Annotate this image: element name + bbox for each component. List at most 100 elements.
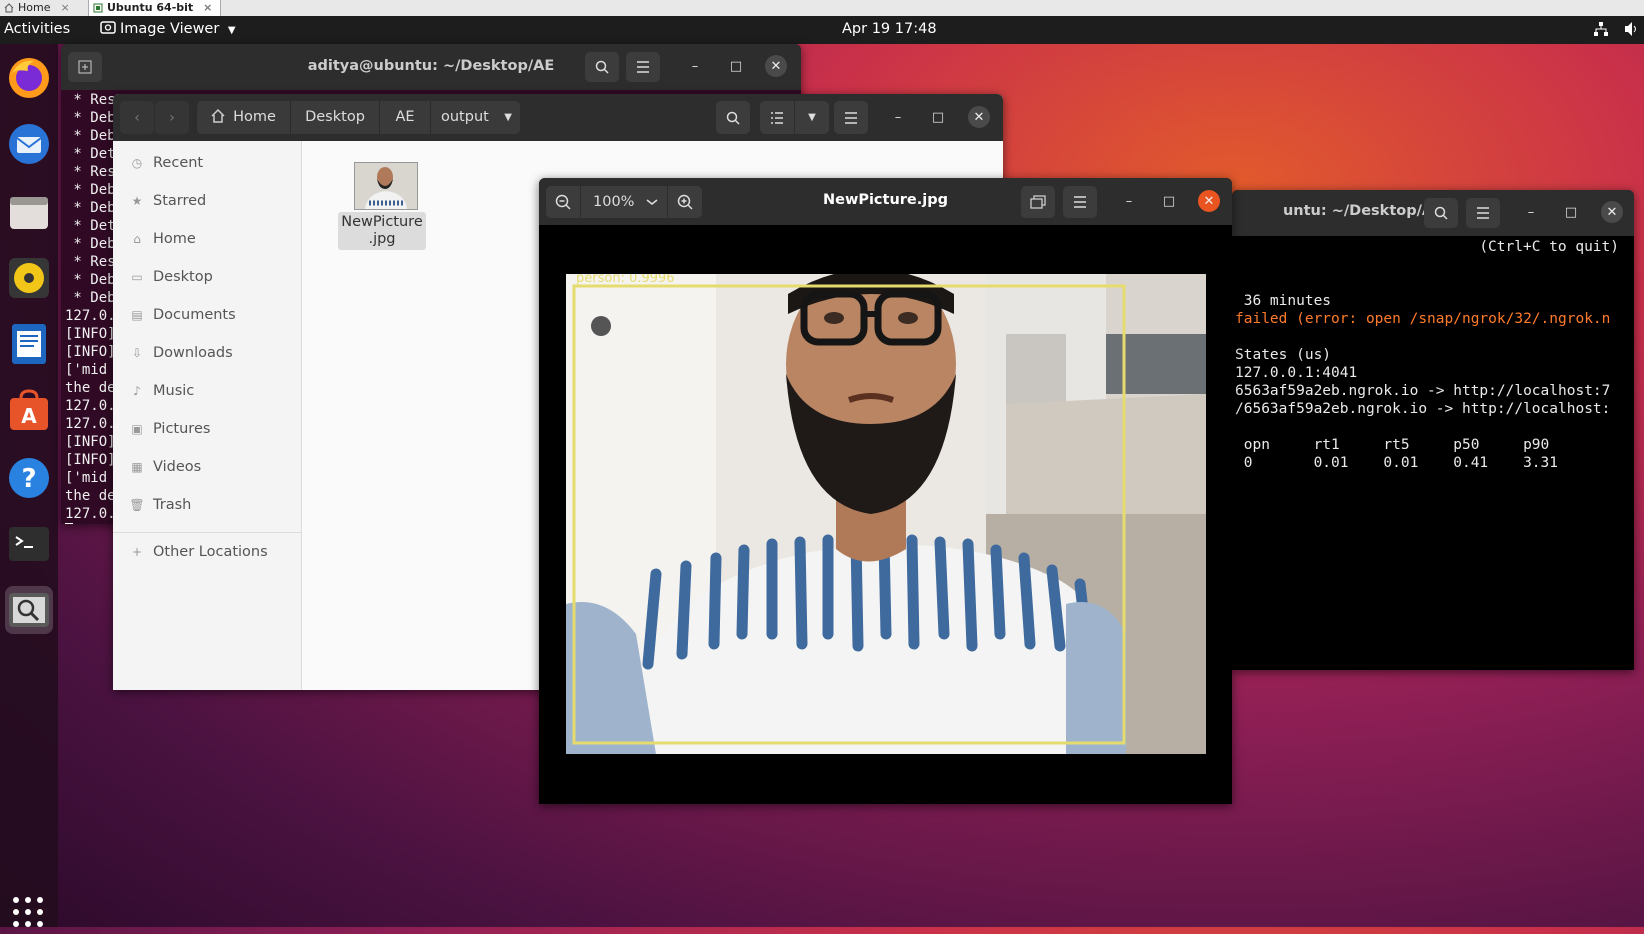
thunderbird-icon	[9, 124, 49, 164]
terminal-line: 127.0.	[65, 506, 116, 522]
top-bar: Activities Image Viewer ▼ Apr 19 17:48	[0, 16, 1644, 44]
view-options-button[interactable]: ▼	[795, 101, 829, 134]
vm-tab-ubuntu[interactable]: Ubuntu 64-bit ×	[88, 0, 222, 16]
terminal-cursor	[65, 523, 73, 524]
dock-terminal[interactable]	[5, 520, 53, 568]
minimize-icon: –	[894, 109, 902, 125]
terminal-line: ['mid	[65, 362, 108, 378]
terminal-line: the de	[65, 488, 116, 504]
clock-icon: ◷	[131, 156, 143, 170]
view-toggle-button[interactable]	[760, 101, 794, 134]
sidebar-item-trash[interactable]: 🗑 Trash	[129, 493, 191, 517]
minimize-icon: –	[691, 58, 699, 74]
terminal-line: * Deb	[65, 128, 116, 144]
close-icon[interactable]: ×	[203, 1, 212, 14]
sidebar-item-home[interactable]: ⌂ Home	[129, 227, 196, 251]
close-button[interactable]: ✕	[1198, 190, 1220, 212]
back-button[interactable]: ‹	[120, 101, 154, 134]
hamburger-icon	[1074, 196, 1086, 208]
close-button[interactable]: ✕	[765, 55, 787, 77]
menu-button[interactable]	[1063, 186, 1097, 218]
minimize-button[interactable]: –	[1118, 190, 1140, 212]
dropdown-arrow-icon: ▼	[504, 112, 512, 123]
show-apps-button[interactable]	[10, 894, 46, 930]
forwarding-line-2: /6563af59a2eb.ngrok.io -> http://localho…	[1235, 401, 1611, 417]
displayed-image[interactable]: person: 0.9996	[566, 274, 1206, 754]
dock-help[interactable]: ?	[5, 454, 53, 502]
search-icon	[595, 60, 609, 74]
clock[interactable]: Apr 19 17:48	[842, 21, 937, 37]
close-icon[interactable]: ×	[60, 1, 69, 14]
activities-button[interactable]: Activities	[4, 21, 70, 37]
dock-thunderbird[interactable]	[5, 120, 53, 168]
search-button[interactable]	[1424, 198, 1458, 228]
sidebar-item-videos[interactable]: ▦ Videos	[129, 455, 201, 479]
menu-button[interactable]	[1466, 198, 1500, 228]
maximize-button[interactable]: □	[927, 106, 949, 128]
breadcrumb-ae[interactable]: AE	[379, 101, 430, 134]
vm-tab-home[interactable]: Home ×	[0, 0, 78, 16]
minimize-button[interactable]: –	[887, 106, 909, 128]
dock-writer[interactable]	[5, 320, 53, 368]
chevron-down-icon: ▼	[808, 112, 816, 123]
maximize-icon: □	[931, 109, 945, 125]
sidebar-item-other-locations[interactable]: + Other Locations	[129, 540, 268, 564]
terminal-output[interactable]: (Ctrl+C to quit) 36 minutes failed (error…	[1235, 238, 1619, 472]
gallery-icon	[1030, 195, 1046, 209]
svg-text:A: A	[21, 404, 37, 428]
dock-software[interactable]: A	[5, 387, 53, 435]
dock-image-viewer[interactable]	[5, 586, 53, 634]
sidebar-item-recent[interactable]: ◷ Recent	[129, 151, 203, 175]
fullscreen-button[interactable]	[1021, 186, 1055, 218]
headerbar[interactable]: aditya@ubuntu: ~/Desktop/AE – □ ✕	[61, 44, 801, 90]
sidebar-item-pictures[interactable]: ▣ Pictures	[129, 417, 210, 441]
headerbar[interactable]: 100% NewPicture.jpg – □ ✕	[539, 178, 1232, 225]
terminal-line: [INFO]	[65, 434, 116, 450]
sidebar-item-documents[interactable]: ▤ Documents	[129, 303, 235, 327]
sidebar-item-desktop[interactable]: ▭ Desktop	[129, 265, 212, 289]
app-menu[interactable]: Image Viewer ▼	[100, 21, 236, 37]
close-button[interactable]: ✕	[968, 106, 990, 128]
back-icon: ‹	[134, 109, 140, 126]
home-icon	[211, 108, 225, 123]
maximize-button[interactable]: □	[1560, 201, 1582, 223]
headerbar[interactable]: untu: ~/Desktop/AE – □ ✕	[1232, 190, 1634, 236]
software-icon: A	[10, 389, 48, 430]
dock-files[interactable]	[5, 188, 53, 236]
dock-rhythmbox[interactable]	[5, 254, 53, 302]
close-button[interactable]: ✕	[1601, 201, 1623, 223]
file-item[interactable]: NewPicture .jpg	[338, 162, 426, 250]
breadcrumb-home[interactable]: Home	[196, 101, 290, 134]
terminal-line: 127.0.	[65, 416, 116, 432]
desktop-icon: ▭	[131, 270, 143, 284]
firefox-icon	[9, 58, 49, 98]
close-icon: ✕	[973, 109, 985, 125]
sidebar-item-starred[interactable]: ★ Starred	[129, 189, 207, 213]
terminal-output[interactable]: * Res * Deb * Deb * Det * Res * Deb * De…	[65, 91, 116, 524]
terminal-window-2[interactable]: untu: ~/Desktop/AE – □ ✕ (Ctrl+C to quit…	[1232, 190, 1634, 670]
videos-icon: ▦	[131, 460, 143, 474]
breadcrumb-desktop[interactable]: Desktop	[290, 101, 379, 134]
minimize-button[interactable]: –	[1520, 201, 1542, 223]
network-icon	[1594, 22, 1609, 36]
menu-button[interactable]	[834, 101, 868, 134]
sidebar-item-downloads[interactable]: ⇩ Downloads	[129, 341, 233, 365]
rhythmbox-icon	[9, 258, 49, 298]
menu-button[interactable]	[626, 52, 660, 82]
search-button[interactable]	[585, 52, 619, 82]
svg-text:?: ?	[21, 464, 36, 494]
dock-firefox[interactable]	[5, 54, 53, 102]
breadcrumb-output[interactable]: output ▼	[430, 101, 520, 134]
terminal-icon	[9, 527, 49, 561]
hamburger-icon	[845, 111, 857, 124]
maximize-button[interactable]: □	[725, 55, 747, 77]
image-viewer-window[interactable]: 100% NewPicture.jpg – □ ✕ person: 0.9996	[539, 178, 1232, 804]
terminal-line: * Deb	[65, 200, 116, 216]
system-tray[interactable]	[1593, 21, 1638, 39]
search-button[interactable]	[716, 101, 750, 134]
maximize-button[interactable]: □	[1158, 190, 1180, 212]
minimize-button[interactable]: –	[684, 55, 706, 77]
sidebar-item-music[interactable]: ♪ Music	[129, 379, 194, 403]
headerbar[interactable]: ‹ › Home Desktop AE output ▼ ▼ – □ ✕	[113, 94, 1003, 141]
forward-button[interactable]: ›	[155, 101, 189, 134]
